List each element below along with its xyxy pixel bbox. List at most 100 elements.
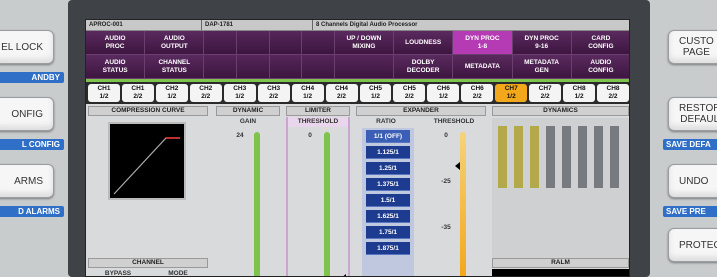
limiter-threshold-label: THRESHOLD (286, 117, 350, 127)
function-menu: AUDIO PROC AUDIO OUTPUT UP / DOWN MIXING LO… (86, 31, 629, 79)
dynamics-meter-bar (546, 126, 555, 188)
dynamics-meter-bar (562, 126, 571, 188)
gain-value: 24 (236, 132, 244, 139)
menu-metadata-gen[interactable]: METADATA GEN (512, 55, 572, 79)
channel-button[interactable]: CH2 2/2 (189, 84, 222, 102)
limiter-header: LIMITER (286, 106, 350, 116)
expander-threshold-slider[interactable] (460, 132, 466, 276)
menu-card-config[interactable]: CARD CONFIG (571, 31, 629, 55)
config-label: L CONFIG (0, 139, 64, 150)
expander-pointer-icon (455, 162, 460, 170)
limiter-column (286, 127, 350, 276)
undo-button[interactable]: UNDO (668, 164, 717, 198)
display-screen: APROC-001 DAP-1781 8 Channels Digital Au… (85, 19, 630, 277)
menu-empty-cell (302, 31, 335, 55)
limiter-threshold-slider[interactable] (324, 132, 330, 276)
menu-dyn-proc-1-8[interactable]: DYN PROC 1-8 (453, 31, 513, 55)
channel-button[interactable]: CH8 1/2 (563, 84, 596, 102)
ratio-option[interactable]: 1.875/1 (366, 242, 410, 255)
standby-label: ANDBY (0, 72, 64, 83)
gain-slider[interactable] (254, 132, 260, 276)
alarms-button[interactable]: ARMS (0, 164, 54, 198)
compression-curve-header: COMPRESSION CURVE (88, 106, 208, 116)
channel-button[interactable]: CH8 2/2 (597, 84, 629, 102)
channel-button[interactable]: CH4 2/2 (325, 84, 358, 102)
channel-button[interactable]: CH6 1/2 (427, 84, 460, 102)
compression-curve-graph (108, 122, 186, 200)
channel-button[interactable]: CH5 2/2 (393, 84, 426, 102)
ratio-option[interactable]: 1.375/1 (366, 178, 410, 191)
ratio-option[interactable]: 1.125/1 (366, 146, 410, 159)
gain-label: GAIN (239, 118, 257, 125)
channel-button[interactable]: CH7 2/2 (529, 84, 562, 102)
menu-audio-status[interactable]: AUDIO STATUS (86, 55, 146, 79)
dynamic-header: DYNAMIC (216, 106, 280, 116)
ratio-option[interactable]: 1.75/1 (366, 226, 410, 239)
menu-empty-cell (237, 55, 270, 79)
alarms-label: D ALARMS (0, 206, 64, 217)
channel-button[interactable]: CH5 1/2 (359, 84, 392, 102)
expander-header: EXPANDER (356, 106, 486, 116)
mode-label: MODE (168, 270, 188, 277)
protect-button[interactable]: PROTEC (668, 228, 717, 262)
dynamics-meter-bar (530, 126, 539, 188)
ratio-option[interactable]: 1.25/1 (366, 162, 410, 175)
ratio-option[interactable]: 1.625/1 (366, 210, 410, 223)
ralm-header: RALM (492, 258, 629, 268)
dynamics-meter-bar (610, 126, 619, 188)
exp-scale-0: 0 (444, 132, 448, 139)
channel-button[interactable]: CH1 1/2 (88, 84, 120, 102)
bypass-label: BYPASS (104, 270, 132, 277)
dynamics-panel: COMPRESSION CURVE DYNAMIC GAIN 24 LIMITE… (86, 104, 629, 277)
expander-threshold-label: THRESHOLD (433, 118, 475, 125)
dynamics-meter-bar (578, 126, 587, 188)
channel-button[interactable]: CH1 2/2 (121, 84, 154, 102)
device-info-bar: APROC-001 DAP-1781 8 Channels Digital Au… (86, 20, 629, 31)
config-button[interactable]: ONFIG (0, 97, 54, 131)
menu-empty-cell (204, 55, 238, 79)
menu-audio-proc[interactable]: AUDIO PROC (86, 31, 146, 55)
ratio-label: RATIO (376, 118, 396, 125)
menu-up-down-mixing[interactable]: UP / DOWN MIXING (334, 31, 395, 55)
save-default-label: SAVE DEFA (663, 139, 717, 150)
custom-page-button[interactable]: CUSTO PAGE (668, 30, 717, 64)
exp-scale-2: -35 (441, 224, 451, 231)
menu-dolby-decoder[interactable]: DOLBY DECODER (394, 55, 454, 79)
menu-audio-output[interactable]: AUDIO OUTPUT (145, 31, 205, 55)
channel-header: CHANNEL (88, 258, 208, 268)
exp-scale-1: -25 (441, 178, 451, 185)
menu-empty-cell (269, 55, 303, 79)
channel-button[interactable]: CH3 1/2 (223, 84, 256, 102)
limiter-value: 0 (308, 132, 312, 139)
menu-dyn-proc-9-16[interactable]: DYN PROC 9-16 (512, 31, 572, 55)
dynamics-header: DYNAMICS (492, 106, 629, 116)
menu-empty-cell (334, 55, 395, 79)
channel-selector: CH1 1/2 CH1 2/2 CH2 1/2 CH2 2/2 CH3 1/2 CH3 2… (86, 79, 629, 104)
menu-audio-config[interactable]: AUDIO CONFIG (571, 55, 629, 79)
ratio-option[interactable]: 1.5/1 (366, 194, 410, 207)
device-model: DAP-1781 (205, 22, 234, 28)
channel-button[interactable]: CH2 1/2 (155, 84, 188, 102)
save-preset-label: SAVE PRE (663, 206, 717, 217)
menu-empty-cell (204, 31, 238, 55)
menu-loudness[interactable]: LOUDNESS (394, 31, 454, 55)
device-name: APROC-001 (89, 22, 123, 28)
ralm-display (492, 269, 629, 276)
device-description: 8 Channels Digital Audio Processor (316, 22, 418, 28)
panel-lock-button[interactable]: EL LOCK (0, 30, 54, 64)
channel-button[interactable]: CH4 1/2 (291, 84, 324, 102)
ratio-option[interactable]: 1/1 (OFF) (366, 130, 410, 143)
menu-metadata[interactable]: METADATA (453, 55, 513, 79)
dynamics-meter-bar (594, 126, 603, 188)
menu-empty-cell (237, 31, 270, 55)
dynamics-meter-bar (498, 126, 507, 188)
menu-channel-status[interactable]: CHANNEL STATUS (145, 55, 205, 79)
dynamics-meters-area (492, 118, 629, 268)
menu-empty-cell (302, 55, 335, 79)
channel-button[interactable]: CH3 2/2 (257, 84, 290, 102)
channel-button[interactable]: CH6 2/2 (461, 84, 494, 102)
dynamics-meter-bar (514, 126, 523, 188)
restore-default-button[interactable]: RESTOR DEFAUL (668, 97, 717, 131)
menu-empty-cell (269, 31, 303, 55)
channel-button[interactable]: CH7 1/2 (495, 84, 528, 102)
